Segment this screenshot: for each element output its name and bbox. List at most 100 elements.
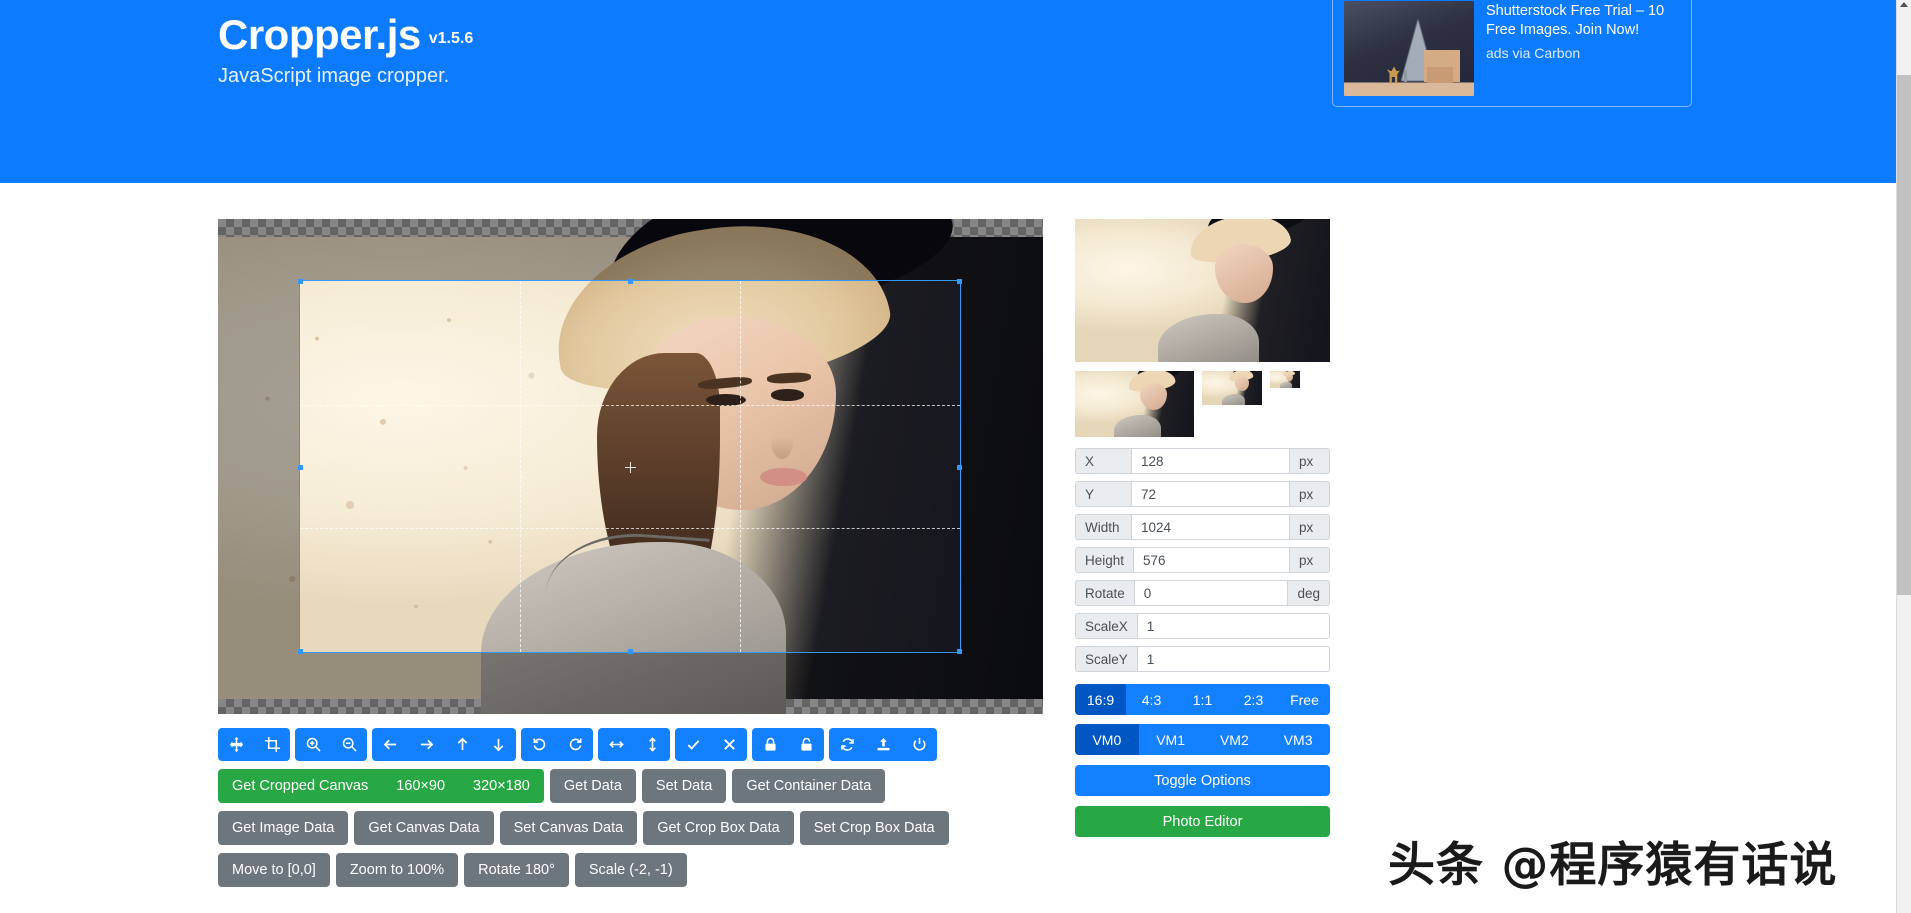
crop-handle-e[interactable] (957, 464, 962, 470)
crop-handle-w[interactable] (298, 464, 303, 470)
cropped-canvas-320x180-button[interactable]: 320×180 (459, 769, 544, 803)
view-mode-vm1-button[interactable]: VM1 (1138, 724, 1203, 755)
cropper-canvas[interactable] (218, 219, 1043, 714)
power-icon[interactable] (901, 728, 937, 761)
toolbar-group-rotate (521, 728, 593, 761)
get-container-data-button[interactable]: Get Container Data (732, 769, 886, 803)
unlock-icon[interactable] (788, 728, 824, 761)
arrow-up-icon[interactable] (444, 728, 480, 761)
set-data-button[interactable]: Set Data (641, 769, 727, 803)
toolbar-group-lock (752, 728, 824, 761)
crop-guide-vertical-1 (519, 281, 521, 652)
crop-handle-nw[interactable] (298, 279, 303, 284)
scrollbar-thumb[interactable] (1897, 75, 1911, 595)
sidebar-column: X px Y px Width px Height px (1075, 219, 1330, 887)
page-scrollbar[interactable] (1896, 0, 1911, 913)
get-cropped-canvas-button[interactable]: Get Cropped Canvas (218, 769, 382, 803)
aspect-ratio-group: 16:9 4:3 1:1 2:3 Free (1075, 684, 1330, 715)
field-scaley-input[interactable] (1136, 646, 1330, 672)
view-mode-vm3-button[interactable]: VM3 (1266, 724, 1330, 755)
set-crop-box-data-button[interactable]: Set Crop Box Data (799, 811, 949, 845)
field-scalex: ScaleX (1075, 613, 1330, 639)
carbon-ad[interactable]: Shutterstock Free Trial – 10 Free Images… (1332, 0, 1692, 107)
rotate-180-button[interactable]: Rotate 180° (464, 853, 569, 887)
preview-shoulder-graphic (1221, 393, 1246, 405)
arrow-down-icon[interactable] (480, 728, 516, 761)
cropped-canvas-160x90-button[interactable]: 160×90 (382, 769, 459, 803)
field-y-unit: px (1290, 481, 1330, 507)
crop-handle-n[interactable] (628, 279, 633, 284)
ad-headline-line1[interactable]: Shutterstock Free Trial – 10 (1486, 2, 1680, 21)
deer-figurine-graphic (1386, 66, 1400, 84)
check-icon[interactable] (675, 728, 711, 761)
field-scalex-input[interactable] (1136, 613, 1330, 639)
rotate-right-icon[interactable] (557, 728, 593, 761)
crop-handle-sw[interactable] (298, 649, 303, 654)
preview-thumb-small-image (1270, 371, 1300, 388)
action-row-1: Get Cropped Canvas 160×90 320×180 Get Da… (218, 769, 1043, 803)
field-height: Height px (1075, 547, 1330, 573)
scale-neg2-neg1-button[interactable]: Scale (-2, -1) (574, 853, 687, 887)
aspect-ratio-2-3-button[interactable]: 2:3 (1228, 684, 1279, 715)
crop-box[interactable] (298, 279, 962, 654)
cropper-toolbar (218, 728, 1043, 761)
close-icon[interactable] (711, 728, 747, 761)
view-mode-vm0-button[interactable]: VM0 (1075, 724, 1139, 755)
rotate-left-icon[interactable] (521, 728, 557, 761)
crop-handle-ne[interactable] (957, 279, 962, 284)
field-rotate-input[interactable] (1133, 580, 1289, 606)
field-x: X px (1075, 448, 1330, 474)
arrow-left-icon[interactable] (372, 728, 408, 761)
crop-center-indicator (625, 461, 636, 473)
gift-box-small-graphic (1427, 66, 1454, 83)
set-canvas-data-button[interactable]: Set Canvas Data (499, 811, 638, 845)
preview-subject (1221, 371, 1260, 405)
get-crop-box-data-button[interactable]: Get Crop Box Data (643, 811, 794, 845)
ad-poweredby-label[interactable]: ads via Carbon (1486, 45, 1680, 61)
field-y-input[interactable] (1131, 481, 1290, 507)
preview-thumb-large (1075, 371, 1194, 437)
zoom-out-icon[interactable] (331, 728, 367, 761)
photo-editor-button[interactable]: Photo Editor (1075, 806, 1330, 837)
tree-trunk-graphic (1403, 69, 1407, 82)
field-rotate-label: Rotate (1075, 580, 1134, 606)
toolbar-group-flip (598, 728, 670, 761)
flip-horizontal-icon[interactable] (598, 728, 634, 761)
get-image-data-button[interactable]: Get Image Data (218, 811, 349, 845)
ad-image[interactable] (1344, 1, 1474, 96)
zoom-in-icon[interactable] (295, 728, 331, 761)
toggle-options-button[interactable]: Toggle Options (1075, 765, 1330, 796)
scroll-up-arrow-icon[interactable] (1900, 2, 1908, 7)
crop-handle-s[interactable] (628, 649, 633, 654)
upload-icon[interactable] (865, 728, 901, 761)
crop-icon[interactable] (254, 728, 290, 761)
field-x-input[interactable] (1131, 448, 1290, 474)
preview-large-image (1075, 219, 1330, 362)
view-mode-vm2-button[interactable]: VM2 (1202, 724, 1267, 755)
move-to-origin-button[interactable]: Move to [0,0] (218, 853, 330, 887)
get-data-button[interactable]: Get Data (549, 769, 636, 803)
zoom-to-100-button[interactable]: Zoom to 100% (335, 853, 459, 887)
crop-handle-se[interactable] (957, 649, 962, 654)
aspect-ratio-16-9-button[interactable]: 16:9 (1075, 684, 1126, 715)
aspect-ratio-4-3-button[interactable]: 4:3 (1126, 684, 1177, 715)
preview-shoulder-graphic (1113, 414, 1161, 437)
preview-thumb-medium-image (1202, 371, 1262, 405)
ad-headline-line2[interactable]: Free Images. Join Now! (1486, 21, 1680, 40)
field-height-label: Height (1075, 547, 1134, 573)
move-icon[interactable] (218, 728, 254, 761)
flip-vertical-icon[interactable] (634, 728, 670, 761)
version-label: v1.5.6 (428, 30, 474, 47)
lock-icon[interactable] (752, 728, 788, 761)
aspect-ratio-1-1-button[interactable]: 1:1 (1177, 684, 1228, 715)
field-height-input[interactable] (1133, 547, 1290, 573)
field-y-label: Y (1075, 481, 1131, 507)
field-width-input[interactable] (1131, 514, 1290, 540)
aspect-ratio-free-button[interactable]: Free (1279, 684, 1330, 715)
reset-icon[interactable] (829, 728, 865, 761)
crop-guide-horizontal-1 (300, 404, 960, 406)
arrow-right-icon[interactable] (408, 728, 444, 761)
get-canvas-data-button[interactable]: Get Canvas Data (354, 811, 494, 845)
toolbar-group-enable (675, 728, 747, 761)
preview-large (1075, 219, 1330, 362)
